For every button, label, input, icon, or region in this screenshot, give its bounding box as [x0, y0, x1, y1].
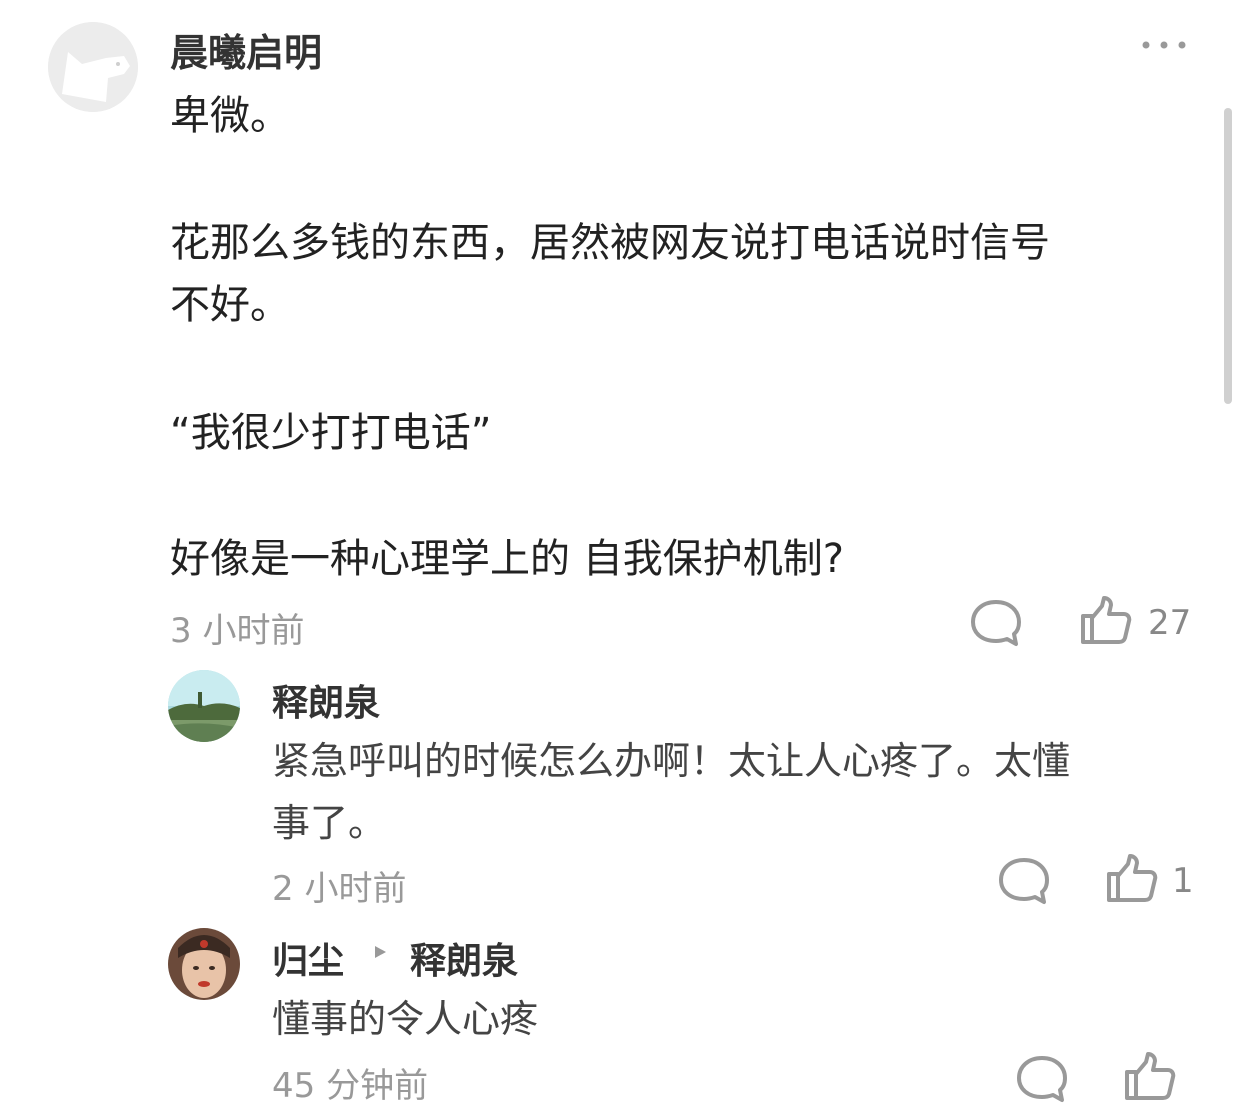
comment-line: 卑微。 — [170, 93, 290, 139]
reply-bubble-icon[interactable] — [996, 854, 1052, 908]
scrollbar[interactable] — [1224, 108, 1232, 404]
reply-time: 45 分钟前 — [272, 1066, 429, 1106]
avatar[interactable] — [168, 928, 240, 1000]
reply-line: 事了。 — [272, 801, 387, 845]
comment-line: “我很少打打电话” — [170, 410, 492, 456]
more-icon[interactable] — [1140, 38, 1188, 52]
reply-author[interactable]: 释朗泉 — [272, 674, 380, 726]
comment-line: 花那么多钱的东西，居然被网友说打电话说时信号 — [170, 220, 1050, 266]
dog-avatar-icon — [48, 22, 138, 112]
reply-line: 懂事的令人心疼 — [272, 997, 539, 1041]
reply-time: 2 小时前 — [272, 869, 407, 909]
avatar[interactable] — [48, 22, 138, 112]
person-avatar-icon — [168, 928, 240, 1000]
reply-author[interactable]: 归尘 — [272, 932, 344, 984]
reply-bubble-icon[interactable] — [1014, 1052, 1070, 1106]
like-count: 1 — [1172, 861, 1194, 901]
thumbs-up-icon[interactable] — [1122, 1050, 1178, 1104]
like-count: 27 — [1148, 603, 1192, 643]
reply-arrow-icon — [372, 944, 388, 960]
comment-time: 3 小时前 — [170, 611, 305, 651]
landscape-avatar-icon — [168, 670, 240, 742]
thumbs-up-icon[interactable] — [1078, 594, 1134, 648]
avatar[interactable] — [168, 670, 240, 742]
reply-bubble-icon[interactable] — [968, 596, 1024, 650]
comment-line: 好像是一种心理学上的 自我保护机制? — [170, 536, 844, 582]
reply-to-user[interactable]: 释朗泉 — [410, 932, 518, 984]
comment-author[interactable]: 晨曦启明 — [170, 22, 322, 77]
reply-line: 紧急呼叫的时候怎么办啊！太让人心疼了。太懂 — [272, 739, 1071, 783]
thumbs-up-icon[interactable] — [1104, 852, 1160, 906]
comment-line: 不好。 — [170, 282, 290, 328]
